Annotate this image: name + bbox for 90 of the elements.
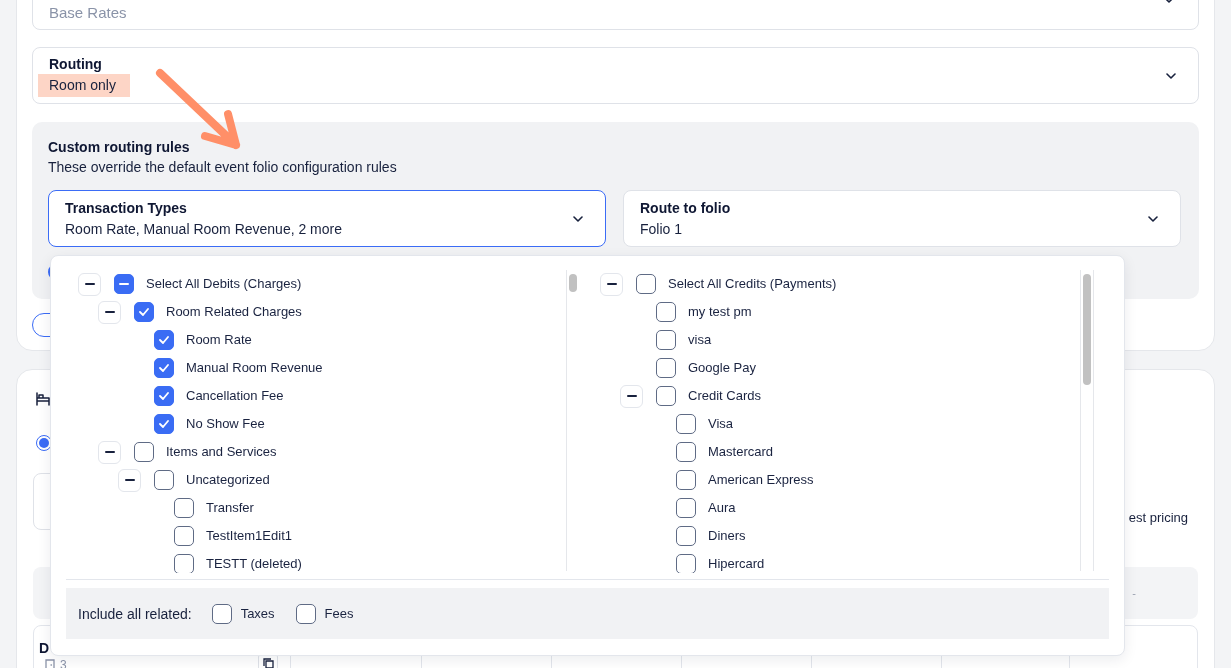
summary-value: -: [1132, 587, 1136, 599]
bed-icon: [36, 392, 50, 406]
chevron-down-icon: [1166, 72, 1176, 79]
option-label: TestItem1Edit1: [206, 528, 292, 544]
check-icon: [139, 308, 149, 316]
field-value: Room Rate, Manual Room Revenue, 2 more: [65, 219, 343, 239]
checkbox[interactable]: [656, 302, 676, 322]
field-label: Transaction Types: [65, 198, 188, 218]
checkbox[interactable]: [154, 414, 174, 434]
chevron-down-icon: [573, 215, 583, 222]
option-label: Transfer: [206, 500, 254, 516]
check-icon: [159, 420, 169, 428]
option-label: Mastercard: [708, 444, 774, 460]
option-label: Select All Credits (Payments): [668, 276, 837, 292]
minus-icon: [606, 283, 617, 285]
collapse-button[interactable]: [620, 384, 643, 408]
option-label: Room Rate: [186, 332, 252, 348]
collapse-button[interactable]: [98, 300, 121, 324]
checkbox[interactable]: [174, 526, 194, 546]
field-value: Folio 1: [640, 219, 684, 239]
checkbox[interactable]: [656, 330, 676, 350]
minus-icon: [104, 311, 115, 313]
checkbox[interactable]: [636, 274, 656, 294]
option-label: TESTT (deleted): [206, 556, 302, 572]
checkbox[interactable]: [676, 526, 696, 546]
include-label: Include all related:: [78, 604, 192, 623]
check-icon: [159, 364, 169, 372]
minus-icon: [119, 283, 129, 285]
collapse-button[interactable]: [600, 272, 623, 296]
collapse-button[interactable]: [118, 468, 141, 492]
option-label: Aura: [708, 500, 736, 516]
checkbox[interactable]: [154, 330, 174, 350]
scrollbar[interactable]: [566, 270, 578, 571]
field-label: Routing: [49, 55, 102, 74]
option-label: No Show Fee: [186, 416, 265, 432]
checkbox[interactable]: [134, 302, 154, 322]
option-label: Items and Services: [166, 444, 277, 460]
collapse-button[interactable]: [98, 440, 121, 464]
option-label: Select All Debits (Charges): [146, 276, 302, 292]
option-label: Diners: [708, 528, 746, 544]
field-label: Route to folio: [640, 198, 731, 218]
minus-icon: [84, 283, 95, 285]
checkbox[interactable]: [154, 358, 174, 378]
option-label: Credit Cards: [688, 388, 761, 404]
select-field[interactable]: Transaction Types Room Rate, Manual Room Revenue, 2 more: [48, 190, 606, 247]
option-label: Uncategorized: [186, 472, 270, 488]
checkbox[interactable]: [676, 554, 696, 573]
option-label: Taxes: [240, 605, 275, 622]
option-label: Room Related Charges: [166, 304, 302, 320]
option-label: American Express: [708, 472, 814, 488]
door-icon: [45, 659, 55, 668]
select-field[interactable]: Routing Room only: [32, 47, 1199, 104]
chevron-down-icon: [1148, 215, 1158, 222]
collapse-button[interactable]: [78, 272, 101, 296]
copy-icon: [262, 657, 274, 668]
checkbox[interactable]: [114, 274, 134, 294]
checkbox[interactable]: [676, 470, 696, 490]
option-label: Manual Room Revenue: [186, 360, 323, 376]
row-title: D: [39, 639, 51, 657]
panel-title: Custom routing rules: [48, 138, 191, 157]
check-icon: [159, 392, 169, 400]
option-label: Fees: [324, 605, 354, 622]
checkbox[interactable]: [656, 358, 676, 378]
panel-description: These override the default event folio configuration rules: [48, 158, 398, 177]
checkbox[interactable]: [154, 470, 174, 490]
minus-icon: [626, 395, 637, 397]
minus-icon: [104, 451, 115, 453]
checkbox[interactable]: [174, 498, 194, 518]
pricing-text: est pricing: [1128, 510, 1188, 526]
option-label: my test pm: [688, 304, 752, 320]
field-placeholder: Base Rates: [49, 3, 127, 23]
highlighted-value: Room only: [38, 74, 130, 97]
checkbox[interactable]: [134, 442, 154, 462]
option-label: Cancellation Fee: [186, 388, 284, 404]
option-label: Google Pay: [688, 360, 756, 376]
checkbox[interactable]: [174, 554, 194, 573]
checkbox[interactable]: [676, 498, 696, 518]
checkbox[interactable]: [211, 603, 232, 624]
checkbox[interactable]: [154, 386, 174, 406]
minus-icon: [124, 479, 135, 481]
checkbox[interactable]: [676, 442, 696, 462]
scrollbar[interactable]: [1080, 270, 1094, 571]
select-field[interactable]: Route to folio Folio 1: [623, 190, 1181, 247]
option-label: visa: [688, 332, 712, 348]
option-label: Hipercard: [708, 556, 765, 572]
option-label: Visa: [708, 416, 734, 432]
checkbox[interactable]: [295, 603, 316, 624]
check-icon: [159, 336, 169, 344]
checkbox[interactable]: [656, 386, 676, 406]
checkbox[interactable]: [676, 414, 696, 434]
